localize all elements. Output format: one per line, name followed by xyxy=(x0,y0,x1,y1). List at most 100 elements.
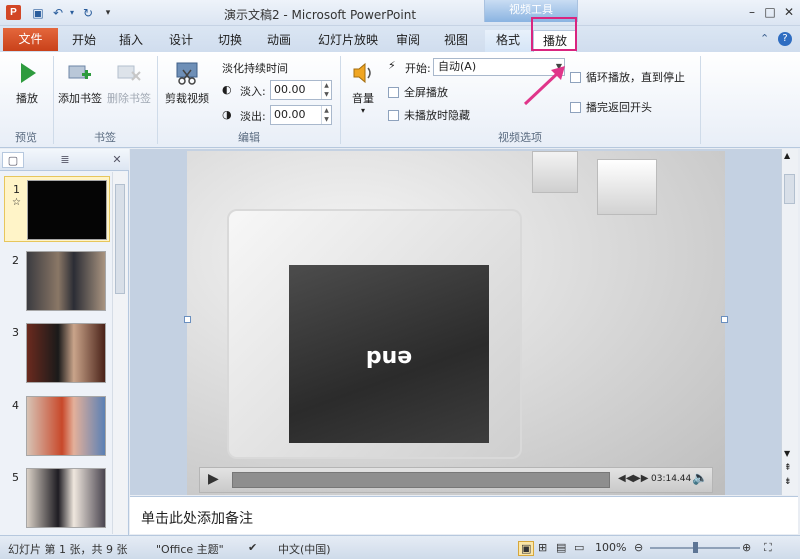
fade-out-input[interactable]: 00.00 ▲ ▼ xyxy=(270,105,332,125)
trim-video-button[interactable]: 剪裁视频 xyxy=(162,60,212,106)
slide-thumbnail[interactable] xyxy=(26,468,106,528)
slide-thumbnail-row[interactable]: 2 xyxy=(4,248,110,314)
collapse-ribbon-icon[interactable]: ⌃ xyxy=(760,32,769,45)
animation-star-icon: ☆ xyxy=(12,197,21,208)
fade-in-icon: ◐ xyxy=(222,83,232,96)
start-label: 开始: xyxy=(405,62,431,75)
tab-file[interactable]: 文件 xyxy=(3,28,58,51)
group-separator xyxy=(700,56,701,144)
tab-animations[interactable]: 动画 xyxy=(261,30,297,52)
slide-video-frame[interactable]: end ▶ ◀◀ ▶▶ 03:14.44 🔈 xyxy=(187,151,725,495)
annotation-arrow-icon xyxy=(523,66,565,106)
rewind-after-playing-checkbox[interactable]: 播完返回开头 xyxy=(570,99,652,115)
tab-slides-icon[interactable]: ▢ xyxy=(2,152,24,168)
group-separator xyxy=(157,56,158,144)
group-label-preview: 预览 xyxy=(15,131,37,144)
close-icon[interactable]: ✕ xyxy=(781,4,797,20)
slide-count: 幻灯片 第 1 张，共 9 张 xyxy=(8,543,128,556)
group-label-bookmarks: 书签 xyxy=(94,131,116,144)
zoom-out-icon[interactable]: ⊖ xyxy=(634,541,643,554)
next-slide-icon[interactable]: ⇟ xyxy=(784,477,792,487)
slide-vertical-scrollbar[interactable]: ▲ ▼ ⇞ ⇟ xyxy=(781,149,798,495)
video-seek-bar[interactable] xyxy=(232,472,610,488)
fullscreen-checkbox[interactable]: 全屏播放 xyxy=(388,84,448,100)
resize-handle[interactable] xyxy=(184,316,191,323)
add-bookmark-button[interactable]: 添加书签 xyxy=(56,60,104,106)
minimize-icon[interactable]: – xyxy=(744,4,760,20)
slide-sorter-icon[interactable]: ⊞ xyxy=(538,541,547,554)
play-button[interactable]: 播放 xyxy=(10,60,44,106)
scrollbar-thumb[interactable] xyxy=(115,184,125,294)
tab-transitions[interactable]: 切换 xyxy=(212,30,248,52)
resize-handle[interactable] xyxy=(721,316,728,323)
start-icon: ⚡ xyxy=(388,59,396,72)
theme-name[interactable]: "Office 主题" xyxy=(156,541,224,557)
zoom-slider[interactable] xyxy=(650,542,740,553)
play-icon xyxy=(21,63,36,83)
fade-out-label: 淡出: xyxy=(240,110,266,123)
powerpoint-app-icon[interactable]: P xyxy=(6,5,21,20)
scroll-up-icon[interactable]: ▲ xyxy=(784,151,790,160)
tv-screen-text: end xyxy=(365,345,413,370)
maximize-icon[interactable]: □ xyxy=(762,4,778,20)
scroll-down-icon[interactable]: ▼ xyxy=(784,449,790,458)
play-icon[interactable]: ▶ xyxy=(208,471,219,487)
slide-thumbnail-row[interactable]: 3 xyxy=(4,320,110,386)
tab-home[interactable]: 开始 xyxy=(66,30,102,52)
tab-view[interactable]: 视图 xyxy=(438,30,474,52)
redo-icon[interactable]: ↻ xyxy=(80,5,96,21)
tab-review[interactable]: 审阅 xyxy=(390,30,426,52)
previous-slide-icon[interactable]: ⇞ xyxy=(784,463,792,473)
trim-video-icon xyxy=(176,62,198,85)
save-icon[interactable]: ▣ xyxy=(30,5,46,21)
normal-view-icon[interactable]: ▣ xyxy=(518,541,535,556)
tab-outline-icon[interactable]: ≣ xyxy=(54,152,76,168)
fit-to-window-icon[interactable]: ⛶ xyxy=(764,541,772,555)
zoom-level[interactable]: 100% xyxy=(595,541,626,554)
slideshow-view-icon[interactable]: ▭ xyxy=(574,541,584,554)
help-icon[interactable]: ? xyxy=(778,32,792,46)
volume-button[interactable]: 音量 ▾ xyxy=(346,60,380,115)
customize-toolbar-icon[interactable]: ▾ xyxy=(100,5,116,21)
slide-thumbnail[interactable] xyxy=(26,323,106,383)
fade-out-icon: ◑ xyxy=(222,108,232,121)
step-back-icon[interactable]: ◀◀ xyxy=(618,473,633,484)
remove-bookmark-button[interactable]: 删除书签 xyxy=(105,60,153,106)
fade-in-spinner-icon[interactable]: ▲ ▼ xyxy=(321,81,331,99)
playback-tab-highlight xyxy=(531,17,577,51)
reading-view-icon[interactable]: ▤ xyxy=(556,541,566,554)
spellcheck-icon[interactable]: ✔ xyxy=(248,541,257,554)
slide-thumbnail[interactable] xyxy=(26,251,106,311)
zoom-slider-thumb[interactable] xyxy=(693,542,698,553)
slides-pane-scrollbar[interactable] xyxy=(112,172,127,534)
hide-when-not-playing-checkbox[interactable]: 未播放时隐藏 xyxy=(388,107,470,123)
loop-checkbox[interactable]: 循环播放，直到停止 xyxy=(570,69,685,85)
undo-dropdown-icon[interactable]: ▾ xyxy=(64,5,80,21)
tab-design[interactable]: 设计 xyxy=(163,30,199,52)
slide-thumbnail[interactable] xyxy=(27,180,107,240)
slide-thumbnail-row[interactable]: 5 xyxy=(4,465,110,531)
slides-pane: ▢ ≣ ✕ 1 ☆ 2 3 4 5 xyxy=(0,149,129,535)
zoom-in-icon[interactable]: ⊕ xyxy=(742,541,751,554)
language[interactable]: 中文(中国) xyxy=(278,541,331,557)
tab-format[interactable]: 格式 xyxy=(485,30,531,52)
group-label-video-options: 视频选项 xyxy=(498,131,542,144)
group-separator xyxy=(340,56,341,144)
volume-icon[interactable]: 🔈 xyxy=(692,471,708,486)
status-bar: 幻灯片 第 1 张，共 9 张 "Office 主题" ✔ 中文(中国) ▣ ⊞… xyxy=(0,535,800,559)
fade-in-input[interactable]: 00.00 ▲ ▼ xyxy=(270,80,332,100)
slide-thumbnail-row[interactable]: 4 xyxy=(4,393,110,459)
tab-insert[interactable]: 插入 xyxy=(113,30,149,52)
close-pane-icon[interactable]: ✕ xyxy=(106,152,128,168)
ceiling-cube xyxy=(597,159,657,215)
volume-dropdown-icon: ▾ xyxy=(360,106,365,115)
slide-thumbnail-row[interactable]: 1 ☆ xyxy=(4,176,110,242)
notes-placeholder: 单击此处添加备注 xyxy=(141,511,253,527)
scrollbar-thumb[interactable] xyxy=(784,174,795,204)
fade-out-spinner-icon[interactable]: ▲ ▼ xyxy=(321,106,331,124)
tab-slideshow[interactable]: 幻灯片放映 xyxy=(310,30,386,52)
step-forward-icon[interactable]: ▶▶ xyxy=(633,473,648,484)
slide-thumbnail[interactable] xyxy=(26,396,106,456)
video-player-controls: ▶ ◀◀ ▶▶ 03:14.44 🔈 xyxy=(199,467,713,493)
notes-pane[interactable]: 单击此处添加备注 xyxy=(130,496,798,534)
